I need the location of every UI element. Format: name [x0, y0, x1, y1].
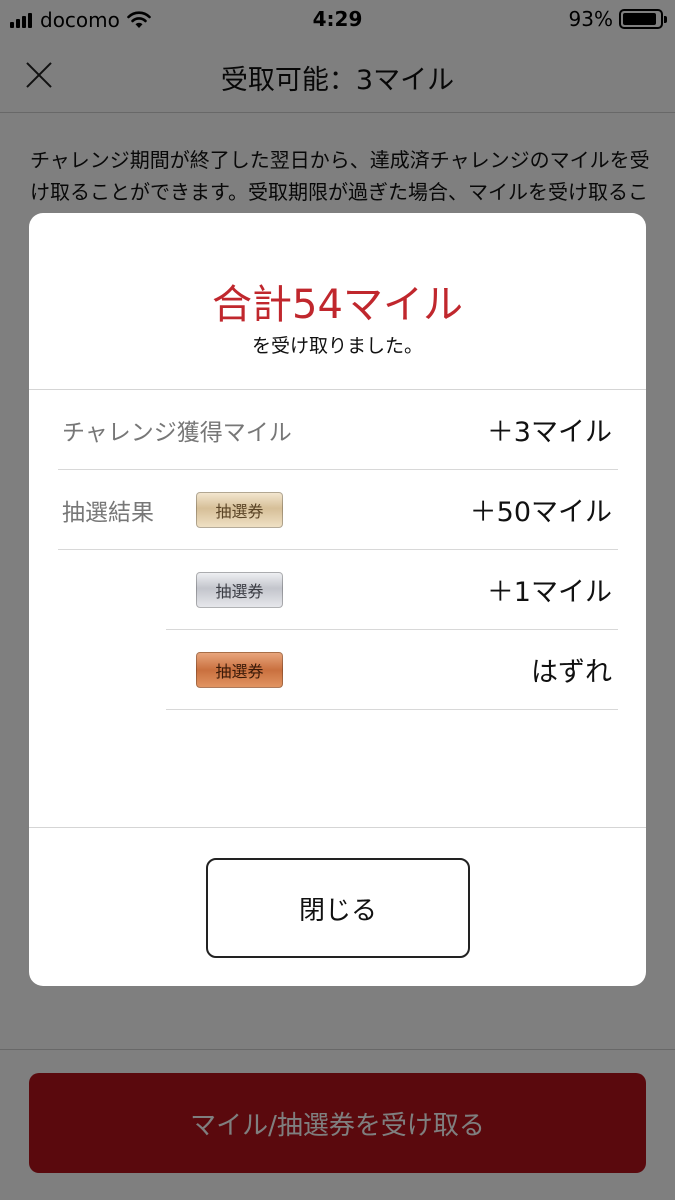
challenge-miles-row: チャレンジ獲得マイル ＋3マイル	[58, 390, 618, 470]
close-button[interactable]: 閉じる	[206, 858, 470, 958]
received-message: を受け取りました。	[251, 335, 423, 357]
challenge-miles-label: チャレンジ獲得マイル	[62, 419, 292, 446]
result-dialog: 合計54マイル を受け取りました。 チャレンジ獲得マイル ＋3マイル 抽選結果 …	[29, 213, 646, 986]
lottery-row: 抽選結果 抽選券 ＋50マイル	[58, 470, 618, 550]
bronze-ticket-badge: 抽選券	[196, 651, 283, 688]
lottery-result-value: はずれ	[531, 657, 612, 688]
lottery-row: 抽選券 はずれ	[166, 630, 618, 710]
lottery-result-label: 抽選結果	[62, 499, 154, 526]
lottery-row: 抽選券 ＋1マイル	[166, 550, 618, 630]
screen: docomo 4:29 93% 受取可能：3マイル チャレンジ期間が終了した翌日…	[0, 0, 675, 1200]
lottery-result-value: ＋50マイル	[469, 497, 612, 528]
lottery-result-value: ＋1マイル	[486, 577, 612, 608]
total-miles: 合計54マイル	[212, 282, 463, 328]
result-list: チャレンジ獲得マイル ＋3マイル 抽選結果 抽選券 ＋50マイル 抽選券 ＋1マ…	[29, 390, 646, 827]
gold-ticket-badge: 抽選券	[196, 491, 283, 528]
dialog-header: 合計54マイル を受け取りました。	[29, 213, 646, 390]
dialog-footer: 閉じる	[29, 827, 646, 986]
silver-ticket-badge: 抽選券	[196, 571, 283, 608]
challenge-miles-value: ＋3マイル	[486, 417, 612, 448]
